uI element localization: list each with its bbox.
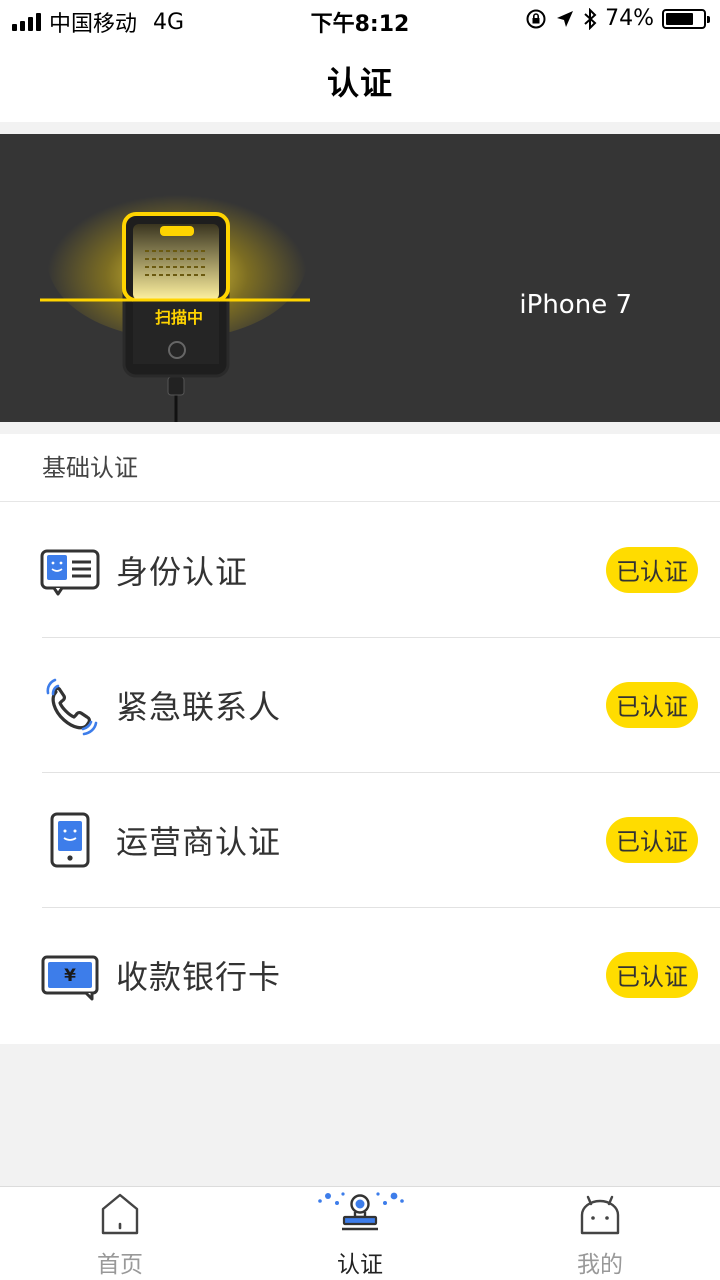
device-name: iPhone 7 <box>519 290 632 320</box>
status-bar: 中国移动 4G 下午8:12 74% <box>0 0 720 40</box>
status-badge: 已认证 <box>606 816 698 863</box>
status-badge: 已认证 <box>606 951 698 998</box>
phone-call-icon <box>46 678 98 736</box>
battery-icon <box>662 8 710 29</box>
list-item-carrier[interactable]: 运营商认证 已认证 <box>0 772 720 907</box>
home-icon <box>101 1193 139 1235</box>
phone-scanning-illustration: 扫描中 <box>40 179 310 422</box>
tab-profile[interactable]: 我的 <box>480 1187 720 1280</box>
mobile-carrier-icon <box>50 812 90 868</box>
location-arrow-icon <box>557 10 574 27</box>
scan-banner: 扫描中 iPhone 7 <box>0 134 720 422</box>
page-title: 认证 <box>326 64 393 102</box>
section-title: 基础认证 <box>0 434 720 502</box>
item-label: 收款银行卡 <box>116 957 282 996</box>
tab-label: 我的 <box>577 1252 623 1278</box>
id-card-icon <box>40 549 100 596</box>
list-item-identity[interactable]: 身份认证 已认证 <box>0 502 720 637</box>
list-item-bank-card[interactable]: ¥ 收款银行卡 已认证 <box>0 907 720 1042</box>
status-badge: 已认证 <box>606 681 698 728</box>
profile-face-icon <box>580 1195 620 1235</box>
battery-level <box>666 12 693 25</box>
tab-label: 首页 <box>97 1252 143 1278</box>
bank-card-icon: ¥ <box>41 955 99 1001</box>
list-item-emergency-contact[interactable]: 紧急联系人 已认证 <box>0 637 720 772</box>
scan-status-label: 扫描中 <box>155 308 203 327</box>
tab-bar: 首页 认证 我的 <box>0 1186 720 1280</box>
item-label: 运营商认证 <box>116 822 282 861</box>
item-label: 紧急联系人 <box>116 687 282 726</box>
battery-percent: 74% <box>605 6 654 31</box>
nav-bar: 认证 <box>0 40 720 122</box>
item-label: 身份认证 <box>116 552 249 591</box>
bluetooth-icon <box>584 7 597 30</box>
svg-text:¥: ¥ <box>64 966 76 986</box>
basic-verification-section: 基础认证 身份认证 已认证 紧急联系人 已认证 运营商认证 已认证 ¥ 收款银行… <box>0 434 720 1044</box>
tab-verify[interactable]: 认证 <box>240 1187 480 1280</box>
tab-home[interactable]: 首页 <box>0 1187 240 1280</box>
status-badge: 已认证 <box>606 546 698 593</box>
verify-stamp-icon <box>318 1192 404 1231</box>
tab-label: 认证 <box>337 1252 383 1278</box>
orientation-lock-icon <box>526 9 546 28</box>
status-right: 74% <box>525 6 710 31</box>
